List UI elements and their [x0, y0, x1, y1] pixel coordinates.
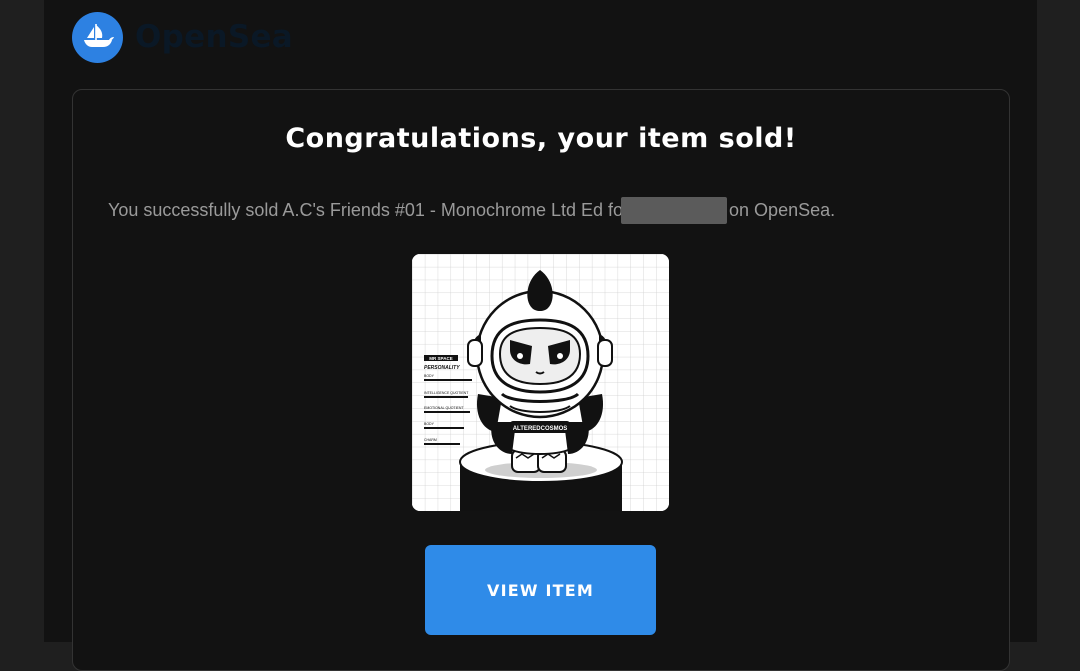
view-item-button[interactable]: VIEW ITEM	[425, 545, 656, 635]
nft-image[interactable]: ALTEREDCOSMOS MR SPACE PERSONALITY BODY …	[412, 254, 669, 511]
nft-stat-1: BODY	[424, 374, 435, 378]
belt-text: ALTEREDCOSMOS	[513, 426, 568, 432]
nft-stat-2: INTELLIGENCE QUOTIENT	[424, 391, 469, 395]
nft-stat-4: BODY	[424, 422, 435, 426]
nft-stat-5: CHARM	[424, 438, 437, 442]
nft-astronaut-image: ALTEREDCOSMOS MR SPACE PERSONALITY BODY …	[412, 254, 669, 511]
nft-personality: PERSONALITY	[424, 365, 460, 371]
sale-card: Congratulations, your item sold! You suc…	[72, 89, 1010, 671]
opensea-logo[interactable]: OpenSea	[72, 11, 293, 63]
message-text-after: on OpenSea.	[729, 200, 836, 220]
headline: Congratulations, your item sold!	[285, 123, 797, 154]
nft-stat-3: EMOTIONAL QUOTIENT	[424, 406, 464, 410]
nft-name-tag: MR SPACE	[429, 356, 452, 361]
opensea-ship-icon	[72, 11, 123, 63]
sale-message: You successfully sold A.C's Friends #01 …	[108, 197, 835, 224]
brand-wordmark: OpenSea	[135, 19, 294, 55]
email-page: OpenSea Congratulations, your item sold!…	[44, 0, 1037, 671]
message-text-before: You successfully sold A.C's Friends #01 …	[108, 200, 630, 220]
redacted-price	[621, 197, 728, 224]
